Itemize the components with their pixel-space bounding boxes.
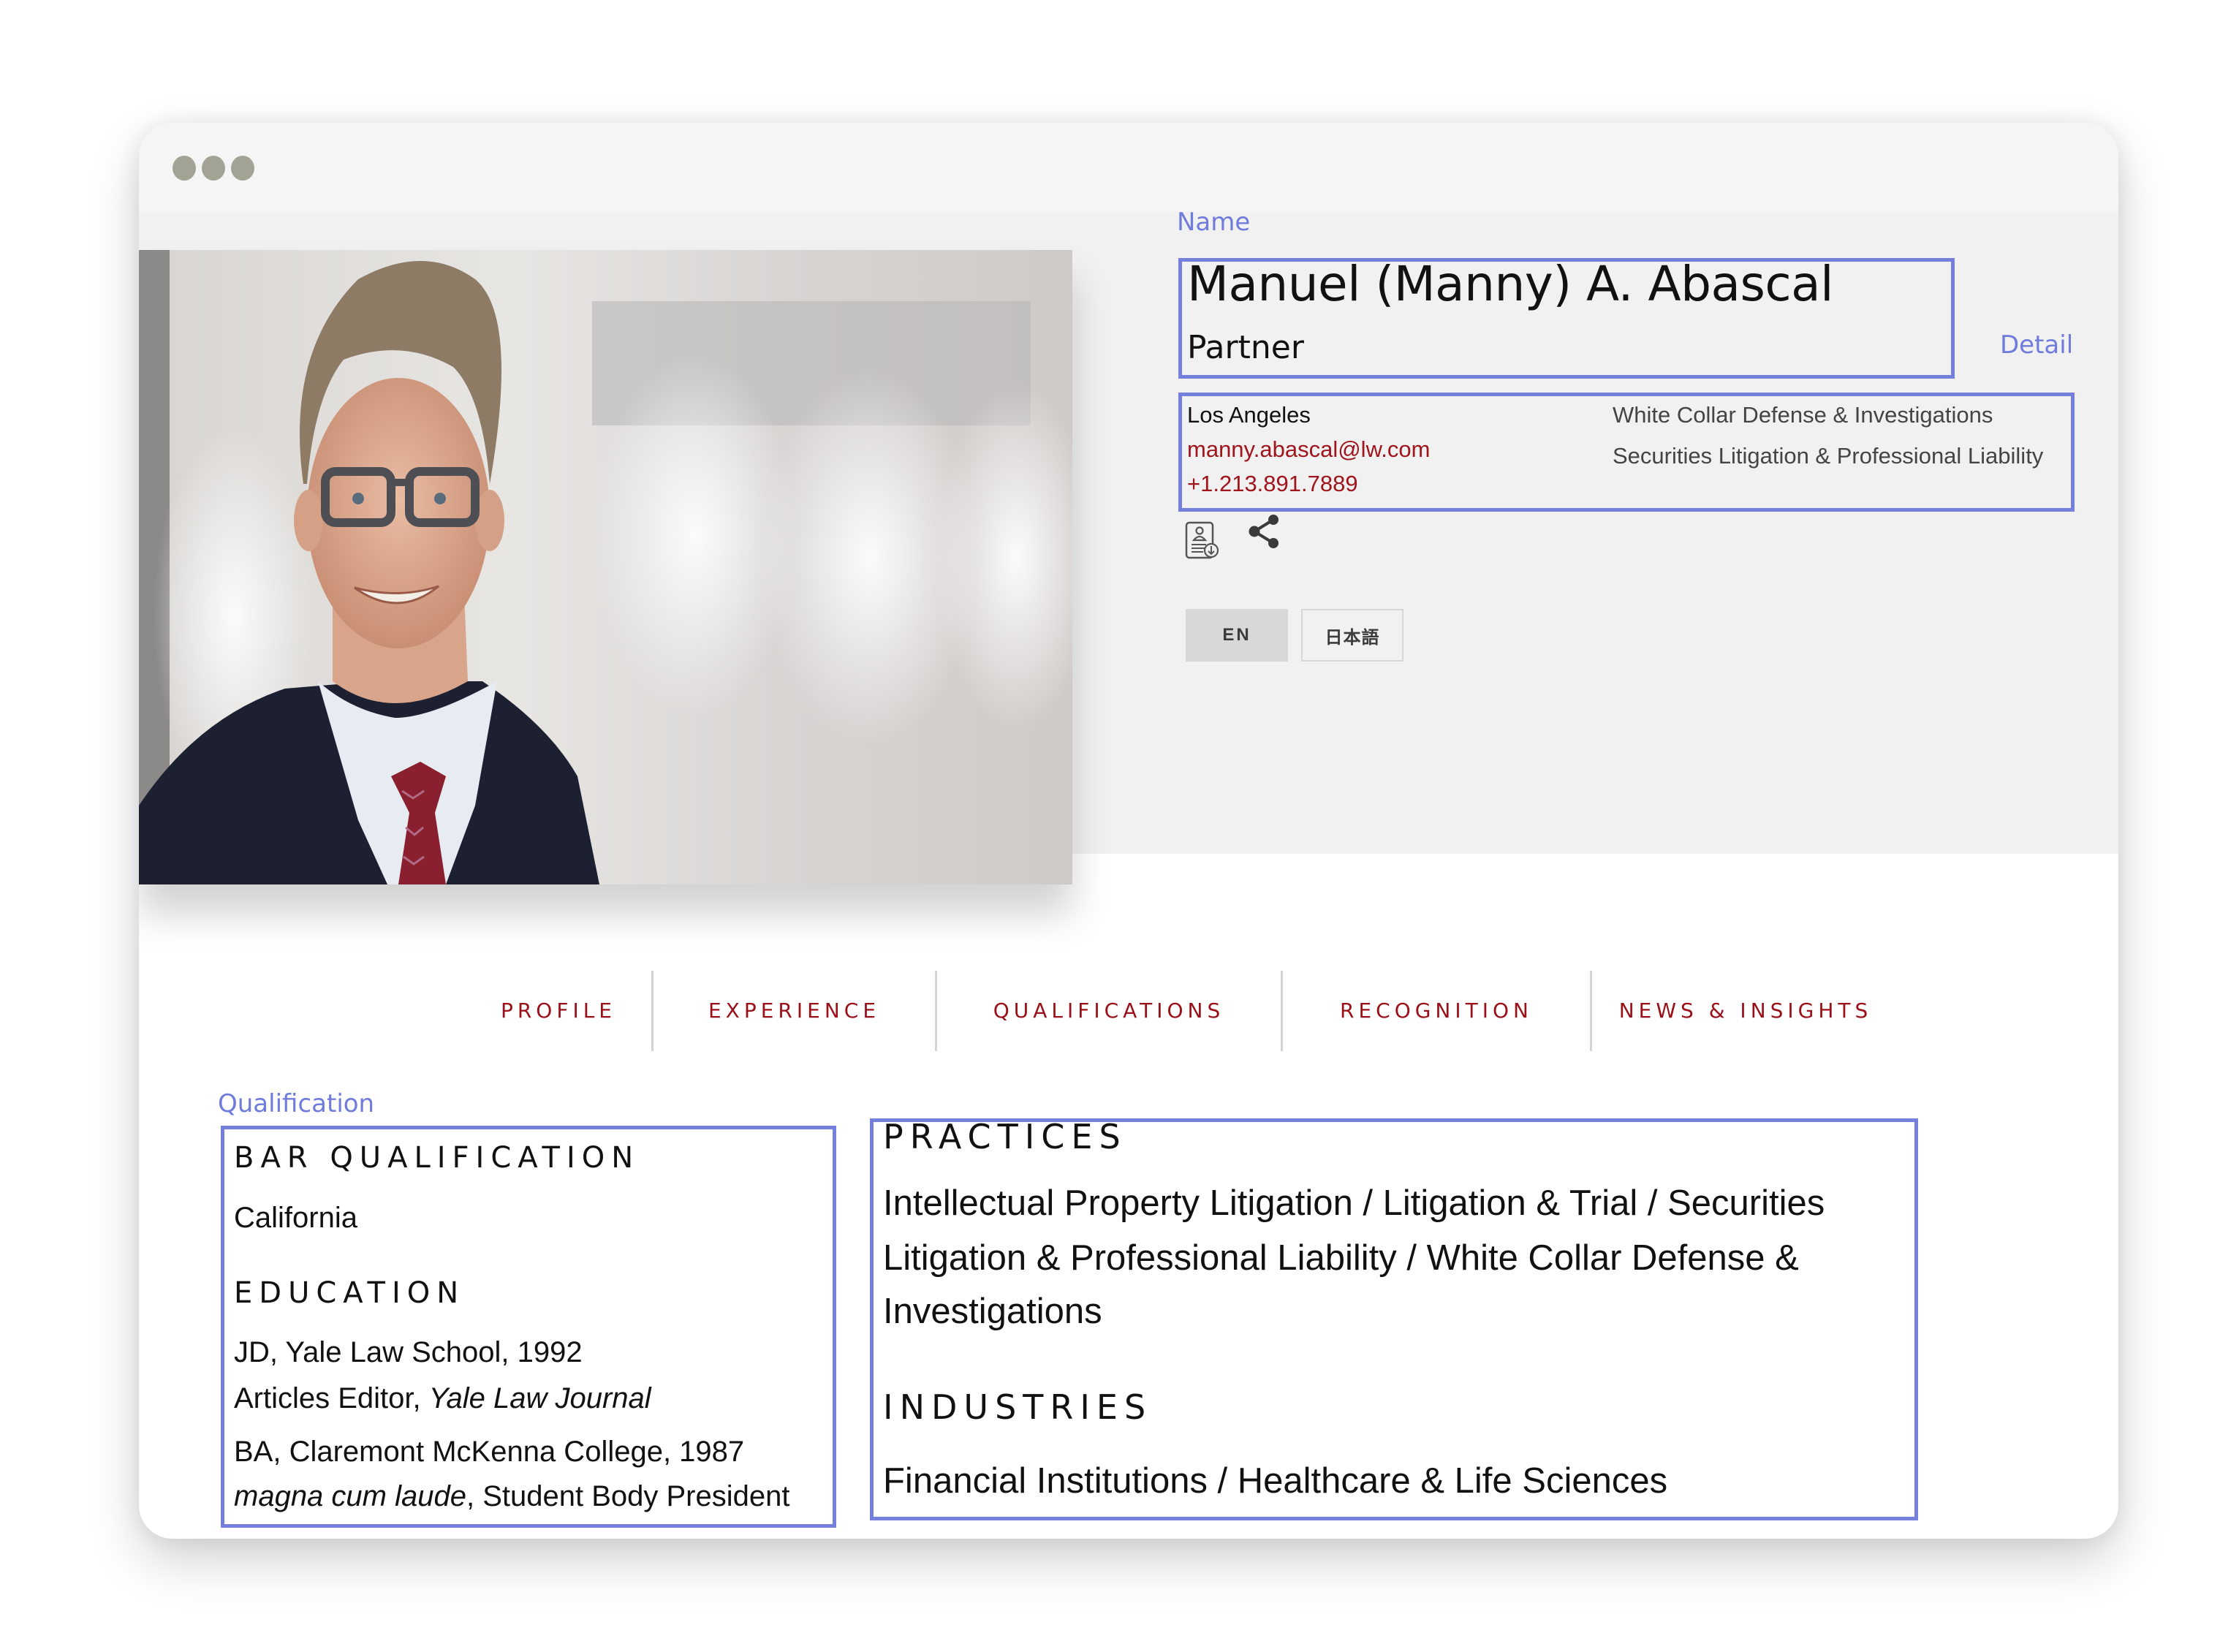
tab-news-insights[interactable]: NEWS & INSIGHTS	[1592, 971, 1899, 1051]
education-note-italic: Yale Law Journal	[428, 1382, 651, 1414]
bar-qualification-value: California	[234, 1202, 357, 1234]
share-icon[interactable]	[1246, 513, 1281, 553]
contact-card-download-icon[interactable]	[1184, 520, 1222, 565]
education-degree: BA, Claremont McKenna College, 1987	[234, 1436, 745, 1468]
education-note: Articles Editor, Yale Law Journal	[234, 1382, 651, 1415]
education-note-text: Articles Editor,	[234, 1382, 429, 1414]
education-heading: EDUCATION	[234, 1276, 466, 1310]
education-note: magna cum laude, Student Body President	[234, 1480, 789, 1513]
tab-experience[interactable]: EXPERIENCE	[654, 971, 935, 1051]
education-degree: JD, Yale Law School, 1992	[234, 1336, 583, 1368]
practices-heading: PRACTICES	[883, 1117, 1127, 1156]
bar-qualification-heading: BAR QUALIFICATION	[234, 1141, 640, 1175]
industries-line[interactable]: Financial Institutions / Healthcare & Li…	[883, 1460, 1667, 1501]
education-note-italic: magna cum laude	[234, 1480, 466, 1512]
industries-heading: INDUSTRIES	[883, 1387, 1153, 1427]
practices-line[interactable]: Investigations	[883, 1291, 1102, 1332]
language-en-button[interactable]: EN	[1186, 609, 1288, 662]
profile-hero: Name Detail Manuel (Manny) A. Abascal Pa…	[139, 208, 2118, 884]
office-location[interactable]: Los Angeles	[1187, 402, 1311, 428]
window-control-dot[interactable]	[173, 156, 196, 181]
practices-line[interactable]: Intellectual Property Litigation / Litig…	[883, 1183, 1825, 1224]
attorney-name: Manuel (Manny) A. Abascal	[1187, 256, 1833, 312]
profile-tabs: PROFILE EXPERIENCE QUALIFICATIONS RECOGN…	[466, 952, 1904, 1069]
attorney-title: Partner	[1187, 329, 1304, 366]
phone-link[interactable]: +1.213.891.7889	[1187, 471, 1358, 497]
window-control-dot[interactable]	[202, 156, 225, 181]
annotation-label-name: Name	[1177, 208, 1251, 237]
practice-link[interactable]: Securities Litigation & Professional Lia…	[1613, 443, 2043, 469]
tab-profile[interactable]: PROFILE	[466, 971, 651, 1051]
annotation-label-qualification: Qualification	[218, 1089, 375, 1118]
browser-window: Name Detail Manuel (Manny) A. Abascal Pa…	[139, 123, 2118, 1539]
title-bar	[139, 123, 2118, 212]
attorney-photo	[139, 250, 1072, 884]
email-link[interactable]: manny.abascal@lw.com	[1187, 436, 1430, 463]
practices-line[interactable]: Litigation & Professional Liability / Wh…	[883, 1238, 1799, 1278]
practice-link[interactable]: White Collar Defense & Investigations	[1613, 402, 1993, 428]
annotation-label-detail: Detail	[2000, 330, 2074, 360]
education-note-text: , Student Body President	[466, 1480, 790, 1512]
language-ja-button[interactable]: 日本語	[1301, 609, 1403, 662]
window-control-dot[interactable]	[231, 156, 254, 181]
tab-recognition[interactable]: RECOGNITION	[1283, 971, 1590, 1051]
tab-qualifications[interactable]: QUALIFICATIONS	[937, 971, 1281, 1051]
